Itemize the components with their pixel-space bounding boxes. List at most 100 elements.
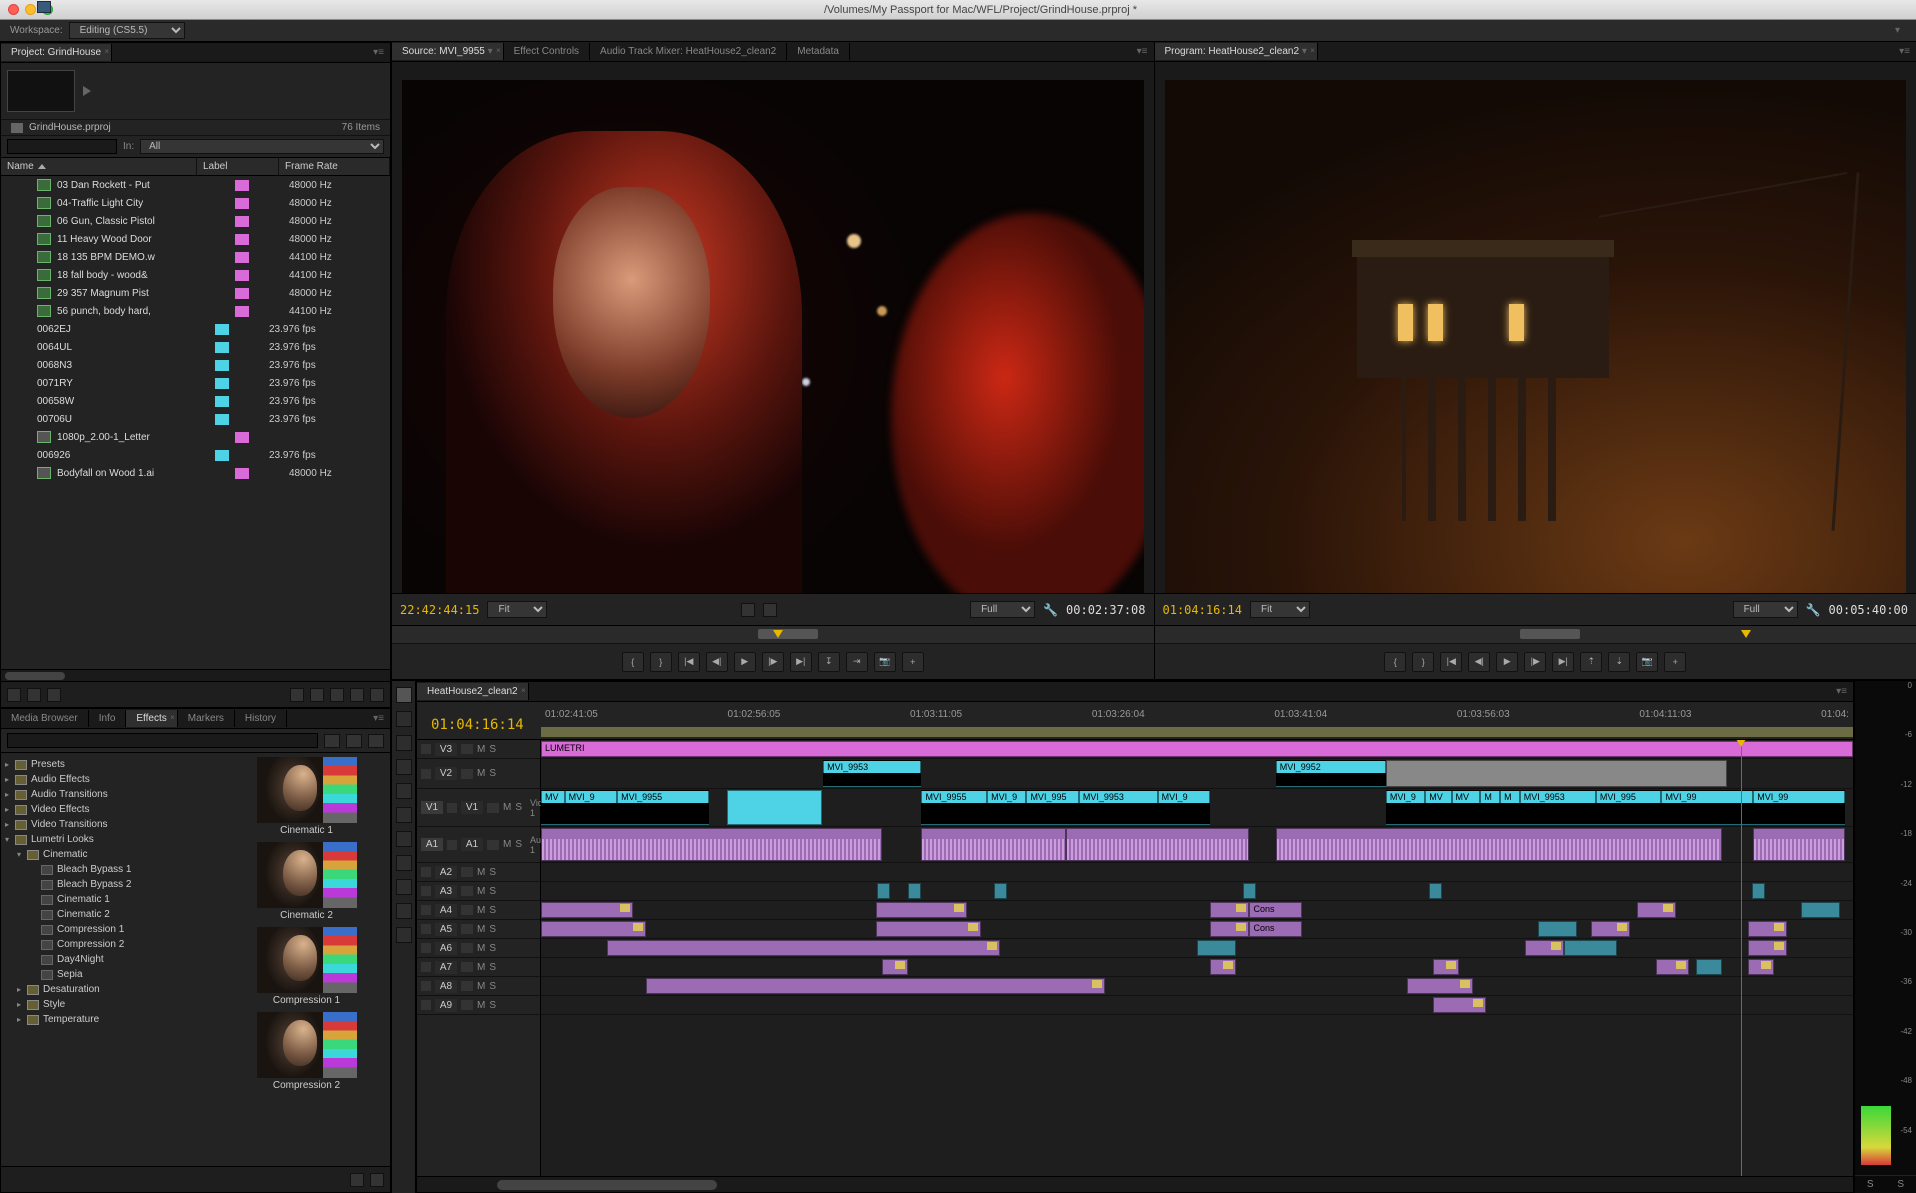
clip[interactable] xyxy=(1752,883,1765,899)
close-window-icon[interactable] xyxy=(8,4,19,15)
tab-media-browser[interactable]: Media Browser xyxy=(1,710,89,727)
lock-icon[interactable] xyxy=(421,924,431,934)
track-header-a8[interactable]: A8MS xyxy=(417,977,540,996)
clip[interactable] xyxy=(607,940,1001,956)
track-label[interactable]: V3 xyxy=(435,743,457,756)
track-header-a2[interactable]: A2MS xyxy=(417,863,540,882)
clip[interactable]: MVI_9953 xyxy=(1079,790,1158,825)
trash-icon[interactable] xyxy=(370,1173,384,1187)
clip[interactable] xyxy=(994,883,1007,899)
program-res-select[interactable]: Full xyxy=(1733,601,1798,618)
button-editor-button[interactable]: + xyxy=(1664,652,1686,672)
tab-sequence[interactable]: HeatHouse2_clean2× xyxy=(417,683,529,700)
project-item[interactable]: 00658W23.976 fps xyxy=(1,392,390,410)
solo-button[interactable]: S xyxy=(489,744,496,755)
track-header-a5[interactable]: A5MS xyxy=(417,920,540,939)
panel-menu-icon[interactable]: ▾≡ xyxy=(1830,686,1853,697)
solo-button[interactable]: S xyxy=(489,924,496,935)
clip[interactable]: Cons xyxy=(1249,902,1301,918)
tab-source[interactable]: Source: MVI_9955 ▾× xyxy=(392,43,504,60)
overwrite-button[interactable]: ⇥ xyxy=(846,652,868,672)
clip[interactable] xyxy=(1525,940,1564,956)
tree-item[interactable]: Audio Transitions xyxy=(1,787,223,802)
tree-item[interactable]: Cinematic xyxy=(1,847,223,862)
track-label[interactable]: A7 xyxy=(435,961,457,974)
patch-v1[interactable]: V1 xyxy=(421,801,443,814)
play-button[interactable]: ▶ xyxy=(1496,652,1518,672)
toggle-icon[interactable] xyxy=(461,1000,473,1010)
toggle-icon[interactable] xyxy=(487,803,499,813)
selection-tool[interactable] xyxy=(396,687,412,703)
mark-out-button[interactable]: } xyxy=(1412,652,1434,672)
tab-project[interactable]: Project: GrindHouse× xyxy=(1,44,112,61)
program-zoom-select[interactable]: Fit xyxy=(1250,601,1310,618)
solo-button[interactable]: S xyxy=(515,839,522,850)
item-label[interactable] xyxy=(181,414,263,425)
clip[interactable] xyxy=(1564,940,1616,956)
item-label[interactable] xyxy=(201,234,283,245)
item-label[interactable] xyxy=(181,378,263,389)
toggle-icon[interactable] xyxy=(461,905,473,915)
slip-tool[interactable] xyxy=(396,831,412,847)
project-item[interactable]: 00692623.976 fps xyxy=(1,446,390,464)
mute-button[interactable]: M xyxy=(477,943,485,954)
track-v3[interactable]: LUMETRI xyxy=(541,740,1853,759)
disclosure-icon[interactable] xyxy=(17,849,25,860)
clip[interactable] xyxy=(921,828,1065,861)
go-out-button[interactable]: ▶| xyxy=(790,652,812,672)
project-item[interactable]: 06 Gun, Classic Pistol48000 Hz xyxy=(1,212,390,230)
clip[interactable] xyxy=(1748,940,1787,956)
item-label[interactable] xyxy=(181,396,263,407)
look-preview[interactable]: Cinematic 2 xyxy=(257,842,357,921)
rate-stretch-tool[interactable] xyxy=(396,783,412,799)
play-icon[interactable] xyxy=(83,86,91,96)
track-a3[interactable] xyxy=(541,882,1853,901)
timeline-ruler[interactable]: 01:02:41:0501:02:56:0501:03:11:0501:03:2… xyxy=(541,709,1853,737)
track-header-a1[interactable]: A1A1MSAudio 1 xyxy=(417,827,540,863)
panel-menu-icon[interactable]: ▾≡ xyxy=(367,47,390,58)
tab-effects[interactable]: Effects× xyxy=(126,710,177,727)
export-frame-button[interactable]: 📷 xyxy=(874,652,896,672)
mute-button[interactable]: M xyxy=(477,981,485,992)
col-header-framerate[interactable]: Frame Rate xyxy=(279,158,390,175)
track-a7[interactable] xyxy=(541,958,1853,977)
clip[interactable]: MVI_9953 xyxy=(823,760,921,787)
toggle-icon[interactable] xyxy=(461,924,473,934)
solo-button[interactable]: S xyxy=(489,1000,496,1011)
mark-in-button[interactable]: { xyxy=(1384,652,1406,672)
mark-in-button[interactable]: { xyxy=(622,652,644,672)
solo-button[interactable]: S xyxy=(489,962,496,973)
solo-button[interactable]: S xyxy=(489,981,496,992)
solo-l[interactable]: S xyxy=(1867,1179,1874,1190)
clip[interactable]: MVI_9953 xyxy=(1520,790,1596,825)
disclosure-icon[interactable] xyxy=(5,759,13,770)
clip[interactable] xyxy=(1538,921,1577,937)
tab-info[interactable]: Info xyxy=(89,710,127,727)
clip[interactable] xyxy=(876,902,968,918)
settings-icon[interactable]: 🔧 xyxy=(1806,603,1821,617)
item-label[interactable] xyxy=(201,252,283,263)
export-frame-button[interactable]: 📷 xyxy=(1636,652,1658,672)
extract-button[interactable]: ⇣ xyxy=(1608,652,1630,672)
tree-item[interactable]: Compression 2 xyxy=(1,937,223,952)
clip[interactable]: MV xyxy=(1425,790,1451,825)
tree-item[interactable]: Bleach Bypass 2 xyxy=(1,877,223,892)
track-label[interactable]: A3 xyxy=(435,885,457,898)
disclosure-icon[interactable] xyxy=(17,984,25,995)
toggle-icon[interactable] xyxy=(461,886,473,896)
track-a5[interactable]: Cons xyxy=(541,920,1853,939)
tree-item[interactable]: Presets xyxy=(1,757,223,772)
mute-button[interactable]: M xyxy=(477,1000,485,1011)
project-item[interactable]: 0068N323.976 fps xyxy=(1,356,390,374)
track-label[interactable]: A6 xyxy=(435,942,457,955)
disclosure-icon[interactable] xyxy=(5,804,13,815)
clip[interactable] xyxy=(1748,959,1774,975)
lock-icon[interactable] xyxy=(421,962,431,972)
go-out-button[interactable]: ▶| xyxy=(1552,652,1574,672)
tree-item[interactable]: Audio Effects xyxy=(1,772,223,787)
close-icon[interactable]: × xyxy=(496,46,501,55)
lock-icon[interactable] xyxy=(421,905,431,915)
project-item[interactable]: Bodyfall on Wood 1.ai48000 Hz xyxy=(1,464,390,482)
track-a4[interactable]: Cons xyxy=(541,901,1853,920)
disclosure-icon[interactable] xyxy=(5,774,13,785)
